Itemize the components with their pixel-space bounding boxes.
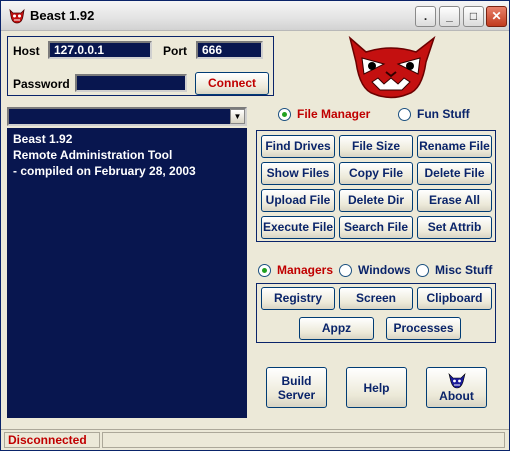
appz-button[interactable]: Appz xyxy=(299,317,374,340)
managers-group: Registry Screen Clipboard Appz Processes xyxy=(256,283,496,343)
set-attrib-button[interactable]: Set Attrib xyxy=(417,216,492,239)
radio-misc-stuff[interactable]: Misc Stuff xyxy=(416,263,492,277)
help-title-button[interactable]: . xyxy=(415,6,436,27)
connection-group: Host 127.0.0.1 Port 666 Password Connect xyxy=(7,36,274,96)
copy-file-button[interactable]: Copy File xyxy=(339,162,413,185)
chevron-down-icon[interactable]: ▼ xyxy=(230,109,245,124)
delete-dir-button[interactable]: Delete Dir xyxy=(339,189,413,212)
radio-dot-icon xyxy=(278,107,291,121)
host-label: Host xyxy=(13,44,40,58)
port-input[interactable]: 666 xyxy=(196,41,263,59)
password-label: Password xyxy=(13,77,70,91)
radio-windows[interactable]: Windows xyxy=(339,263,411,277)
build-server-label-line1: Build xyxy=(281,373,312,388)
find-drives-button[interactable]: Find Drives xyxy=(261,135,335,158)
erase-all-button[interactable]: Erase All xyxy=(417,189,492,212)
radio-fun-stuff[interactable]: Fun Stuff xyxy=(398,107,470,121)
about-button-label: About xyxy=(439,388,474,403)
registry-button[interactable]: Registry xyxy=(261,287,335,310)
console-line: - compiled on February 28, 2003 xyxy=(13,164,196,178)
radio-label: Misc Stuff xyxy=(435,263,493,277)
radio-dot-icon xyxy=(339,263,352,277)
upload-file-button[interactable]: Upload File xyxy=(261,189,335,212)
port-label: Port xyxy=(163,44,187,58)
processes-button[interactable]: Processes xyxy=(386,317,461,340)
radio-managers[interactable]: Managers xyxy=(258,263,333,277)
about-button[interactable]: About xyxy=(426,367,487,408)
search-file-button[interactable]: Search File xyxy=(339,216,413,239)
beast-logo xyxy=(348,35,436,99)
file-size-button[interactable]: File Size xyxy=(339,135,413,158)
radio-label: Fun Stuff xyxy=(417,107,470,121)
host-input[interactable]: 127.0.0.1 xyxy=(48,41,152,59)
output-console: Beast 1.92 Remote Administration Tool - … xyxy=(7,128,247,418)
radio-file-manager[interactable]: File Manager xyxy=(278,107,370,121)
maximize-button[interactable]: □ xyxy=(463,6,484,27)
minimize-button[interactable]: _ xyxy=(439,6,460,27)
target-combo[interactable]: ▼ xyxy=(7,107,247,126)
status-bar: Disconnected xyxy=(1,429,509,450)
console-line: Beast 1.92 xyxy=(13,132,73,146)
connect-button[interactable]: Connect xyxy=(195,72,269,95)
radio-label: Managers xyxy=(277,263,334,277)
show-files-button[interactable]: Show Files xyxy=(261,162,335,185)
radio-label: Windows xyxy=(358,263,411,277)
title-bar[interactable]: Beast 1.92 . _ □ ✕ xyxy=(1,1,509,31)
build-server-label-line2: Server xyxy=(277,387,316,402)
radio-dot-icon xyxy=(258,263,271,277)
clipboard-button[interactable]: Clipboard xyxy=(417,287,492,310)
help-button-label: Help xyxy=(363,380,390,395)
connection-status: Disconnected xyxy=(4,432,100,448)
window-title: Beast 1.92 xyxy=(30,8,95,23)
app-window: Beast 1.92 . _ □ ✕ Host 127.0.0.1 Port 6… xyxy=(0,0,510,451)
radio-label: File Manager xyxy=(297,107,371,121)
delete-file-button[interactable]: Delete File xyxy=(417,162,492,185)
screen-button[interactable]: Screen xyxy=(339,287,413,310)
rename-file-button[interactable]: Rename File xyxy=(417,135,492,158)
main-content: Host 127.0.0.1 Port 666 Password Connect… xyxy=(4,32,507,429)
beast-app-icon xyxy=(9,8,25,24)
help-button[interactable]: Help xyxy=(346,367,407,408)
radio-dot-icon xyxy=(398,107,411,121)
close-button[interactable]: ✕ xyxy=(486,6,507,27)
beast-face-icon xyxy=(447,372,466,388)
file-manager-group: Find Drives File Size Rename File Show F… xyxy=(256,130,496,242)
console-line: Remote Administration Tool xyxy=(13,148,173,162)
status-panel xyxy=(102,432,505,448)
password-input[interactable] xyxy=(75,74,187,92)
radio-dot-icon xyxy=(416,263,429,277)
execute-file-button[interactable]: Execute File xyxy=(261,216,335,239)
build-server-button[interactable]: Build Server xyxy=(266,367,327,408)
